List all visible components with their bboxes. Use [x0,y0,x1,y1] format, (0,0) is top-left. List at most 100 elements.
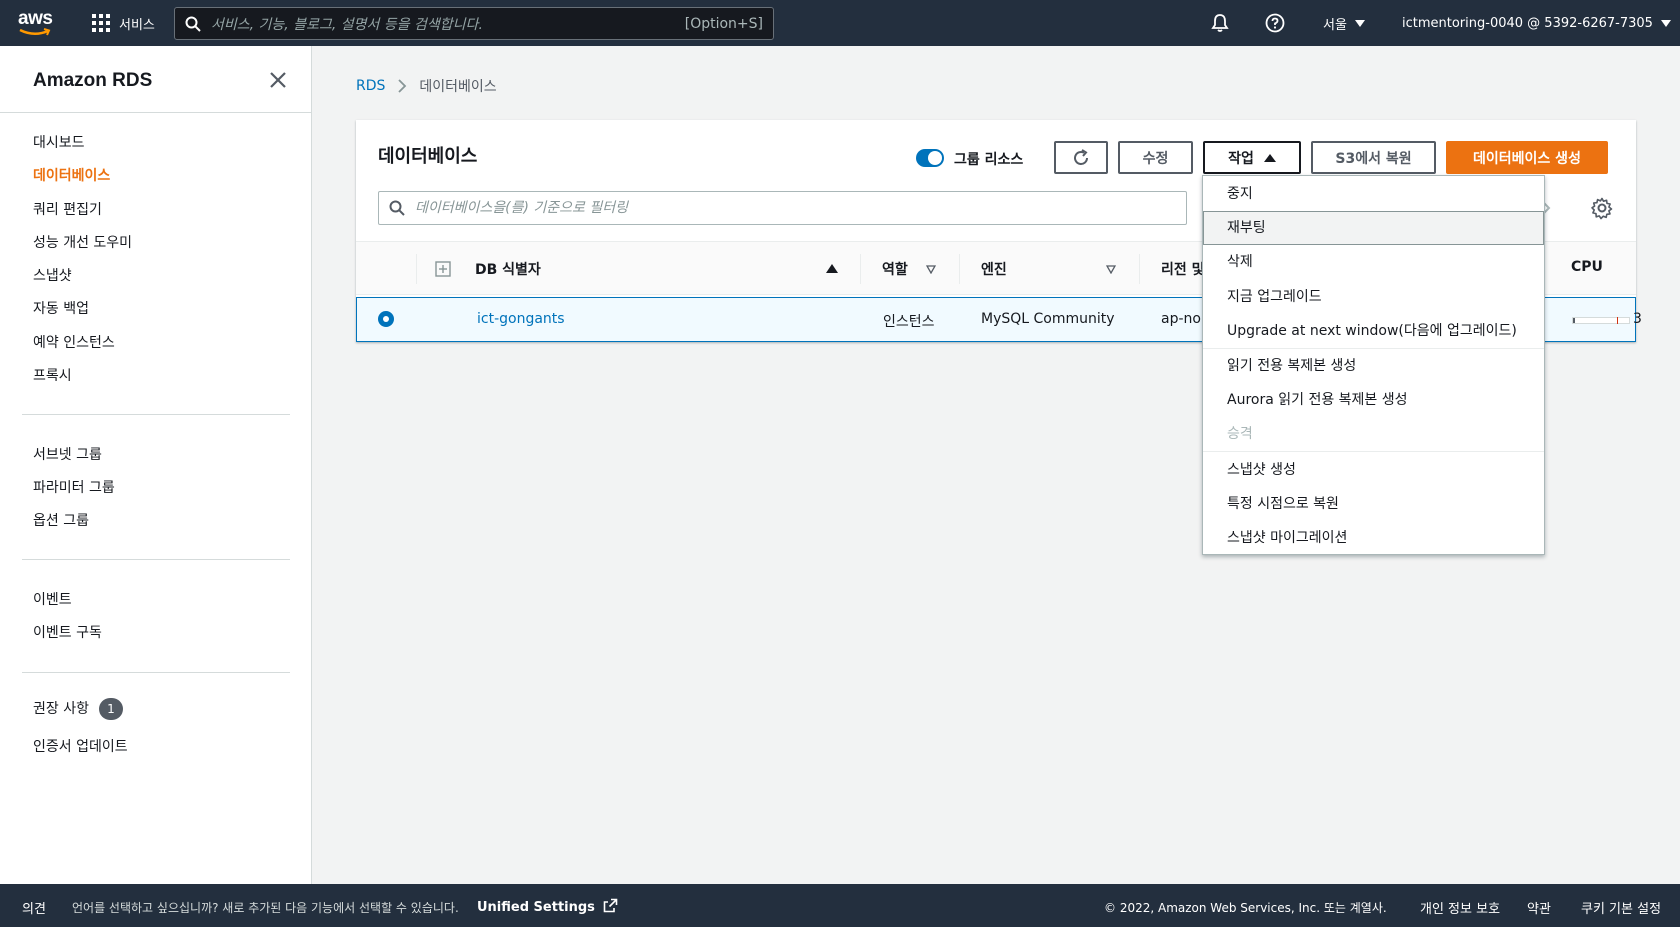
cpu-utilization-bar [1572,317,1630,324]
sidebar-item-automated-backups[interactable]: 자동 백업 [33,298,89,318]
sidebar-item-subnet-groups[interactable]: 서브넷 그룹 [33,444,102,464]
column-divider [959,254,960,284]
row-select-radio[interactable] [378,311,394,327]
privacy-link[interactable]: 개인 정보 보호 [1420,898,1500,917]
group-resources-label: 그룹 리소스 [954,152,1024,168]
menu-item-stop[interactable]: 중지 [1203,177,1544,211]
cell-engine: MySQL Community [981,311,1115,327]
cell-role: 인스턴스 [883,314,935,330]
column-header-region[interactable]: 리전 및 [1161,259,1205,279]
recommendations-label: 권장 사항 [33,701,89,717]
sidebar-item-option-groups[interactable]: 옵션 그룹 [33,510,89,530]
caret-up-icon [1263,153,1276,162]
region-label: 서울 [1323,17,1347,33]
unified-settings-link[interactable]: Unified Settings [477,898,618,915]
region-selector[interactable]: 서울 [1323,0,1365,46]
sidebar-item-proxies[interactable]: 프록시 [33,365,72,385]
account-menu[interactable]: ictmentoring-0040 @ 5392-6267-7305 [1402,0,1671,46]
sidebar-divider [22,414,290,415]
sidebar-item-certificate-update[interactable]: 인증서 업데이트 [33,736,128,756]
sidebar-item-recommendations[interactable]: 권장 사항 1 [33,698,123,720]
restore-from-s3-button[interactable]: S3에서 복원 [1311,141,1436,174]
sidebar-item-parameter-groups[interactable]: 파라미터 그룹 [33,477,115,497]
unified-settings-label: Unified Settings [477,900,595,915]
services-menu-button[interactable]: 서비스 [92,12,155,34]
sidebar: Amazon RDS 대시보드 데이터베이스 쿼리 편집기 성능 개선 도우미 … [0,46,312,884]
create-database-button[interactable]: 데이터베이스 생성 [1446,141,1608,174]
expand-all-icon[interactable] [435,261,451,277]
aws-smile-icon [19,28,51,36]
menu-item-create-aurora-read-replica[interactable]: Aurora 읽기 전용 복제본 생성 [1203,383,1544,417]
cell-cpu-value: 3 [1633,311,1642,327]
menu-item-reboot[interactable]: 재부팅 [1203,211,1544,245]
cpu-threshold-marker [1617,317,1618,324]
sidebar-item-performance-insights[interactable]: 성능 개선 도우미 [33,232,132,252]
breadcrumb: RDS 데이터베이스 [356,76,497,96]
feedback-link[interactable]: 의견 [22,898,46,917]
recommendations-count-badge: 1 [98,698,123,720]
sidebar-item-snapshots[interactable]: 스냅샷 [33,265,72,285]
close-sidebar-icon[interactable] [266,68,290,92]
column-divider [416,254,417,284]
menu-item-delete[interactable]: 삭제 [1203,245,1544,279]
services-grid-icon [92,14,110,32]
menu-item-take-snapshot[interactable]: 스냅샷 생성 [1203,453,1544,487]
menu-item-create-read-replica[interactable]: 읽기 전용 복제본 생성 [1203,349,1544,383]
sidebar-item-dashboard[interactable]: 대시보드 [33,132,85,152]
account-label: ictmentoring-0040 @ 5392-6267-7305 [1402,15,1653,31]
cell-region: ap-no [1161,311,1201,327]
cpu-utilization-fill [1573,318,1576,323]
column-header-role[interactable]: 역할 [882,259,908,279]
help-button[interactable] [1265,0,1285,46]
chevron-right-icon [398,79,407,93]
refresh-button[interactable] [1054,141,1108,174]
sidebar-header-divider [0,112,312,113]
breadcrumb-rds-link[interactable]: RDS [356,78,385,94]
actions-label: 작업 [1228,150,1254,167]
account-caret-icon [1660,19,1671,27]
sort-ascending-icon[interactable] [826,264,838,273]
column-header-db-identifier[interactable]: DB 식별자 [475,259,541,279]
footer: 의견 언어를 선택하고 싶으십니까? 새로 추가된 다음 기능에서 선택할 수 … [0,884,1680,927]
notifications-button[interactable] [1210,0,1230,46]
aws-logo[interactable]: aws [18,8,58,38]
aws-logo-text: aws [18,8,53,29]
menu-divider [1203,451,1544,452]
sidebar-item-query-editor[interactable]: 쿼리 편집기 [33,199,102,219]
sidebar-item-event-subscriptions[interactable]: 이벤트 구독 [33,622,102,642]
page-title: 데이터베이스 [378,146,478,166]
region-caret-icon [1354,19,1365,27]
sidebar-item-events[interactable]: 이벤트 [33,589,72,609]
sort-descending-icon[interactable] [926,265,936,274]
group-resources-toggle[interactable] [916,149,944,167]
column-header-engine[interactable]: 엔진 [981,259,1007,279]
cookie-preferences-link[interactable]: 쿠키 기본 설정 [1581,898,1661,917]
refresh-icon [1074,148,1088,165]
database-filter-field[interactable] [378,191,1187,225]
sidebar-item-databases[interactable]: 데이터베이스 [33,165,110,185]
breadcrumb-current: 데이터베이스 [419,79,497,95]
menu-item-migrate-snapshot[interactable]: 스냅샷 마이그레이션 [1203,521,1544,555]
search-icon [389,200,405,216]
help-icon [1265,13,1285,33]
modify-button[interactable]: 수정 [1118,141,1193,174]
menu-item-upgrade-next-window[interactable]: Upgrade at next window(다음에 업그레이드) [1203,314,1544,348]
global-search-input[interactable]: 서비스, 기능, 블로그, 설명서 등을 검색합니다. [Option+S] [174,7,774,40]
gear-icon[interactable] [1590,196,1614,220]
column-divider [860,254,861,284]
menu-item-restore-point-in-time[interactable]: 특정 시점으로 복원 [1203,487,1544,521]
external-link-icon [604,898,618,913]
sort-descending-icon[interactable] [1106,265,1116,274]
actions-button[interactable]: 작업 [1203,141,1301,174]
terms-link[interactable]: 약관 [1527,898,1551,917]
database-filter-input[interactable] [415,200,1176,216]
services-label: 서비스 [119,17,155,33]
column-header-cpu[interactable]: CPU [1571,259,1603,275]
top-navigation: aws 서비스 서비스, 기능, 블로그, 설명서 등을 검색합니다. [Opt… [0,0,1680,46]
sidebar-title: Amazon RDS [33,70,153,91]
column-divider [1139,254,1140,284]
sidebar-item-reserved-instances[interactable]: 예약 인스턴스 [33,332,115,352]
db-identifier-link[interactable]: ict-gongants [477,311,565,327]
menu-item-upgrade-now[interactable]: 지금 업그레이드 [1203,280,1544,314]
global-search-placeholder: 서비스, 기능, 블로그, 설명서 등을 검색합니다. [211,16,483,33]
